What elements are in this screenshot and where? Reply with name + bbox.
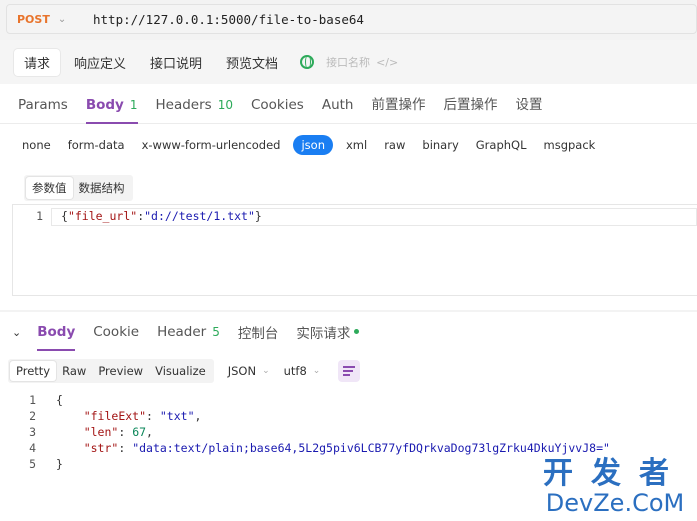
tab-pre-operations[interactable]: 前置操作 <box>371 93 425 123</box>
body-count-badge: 1 <box>129 98 138 112</box>
code-line: 3 "len": 67, <box>12 424 697 440</box>
code-icon[interactable]: </> <box>376 56 398 69</box>
encoding-select[interactable]: utf8 ⌄ <box>284 364 321 378</box>
api-name-input[interactable]: 接口名称 <box>326 54 370 70</box>
body-type-binary[interactable]: binary <box>422 135 458 155</box>
tab-params[interactable]: Params <box>18 97 68 123</box>
format-select-label: JSON <box>227 364 257 378</box>
body-type-none[interactable]: none <box>22 135 51 155</box>
tab-param-values[interactable]: 参数值 <box>26 177 73 199</box>
watermark-logo: 开发者 DevZe.CoM <box>543 456 687 517</box>
code-text: } <box>56 457 63 471</box>
body-type-graphql[interactable]: GraphQL <box>476 135 527 155</box>
code-line: 1 {"file_url":"d://test/1.txt"} <box>13 209 262 223</box>
globe-icon[interactable] <box>300 55 315 69</box>
method-select[interactable]: POST ⌄ <box>7 13 77 26</box>
format-raw[interactable]: Raw <box>56 361 92 381</box>
body-type-msgpack[interactable]: msgpack <box>544 135 596 155</box>
request-tabs: Params Body 1 Headers 10 Cookies Auth 前置操作… <box>0 84 697 124</box>
response-tabs: ⌄ Body Cookie Header 5 控制台 实际请求 <box>0 312 697 352</box>
body-type-json[interactable]: json <box>293 135 333 155</box>
code-text: {"file_url":"d://test/1.txt"} <box>61 209 262 223</box>
tab-body[interactable]: Body 1 <box>85 97 138 124</box>
body-sub-tabs: 参数值 数据结构 <box>24 175 133 201</box>
chevron-down-icon: ⌄ <box>312 366 321 376</box>
body-type-xml[interactable]: xml <box>346 135 367 155</box>
tab-auth[interactable]: Auth <box>322 97 354 123</box>
response-panel: ⌄ Body Cookie Header 5 控制台 实际请求 Pretty Ra… <box>0 312 697 521</box>
code-text: { <box>56 393 63 407</box>
resp-tab-header[interactable]: Header 5 <box>157 324 220 340</box>
method-label: POST <box>17 12 50 26</box>
resp-tab-body[interactable]: Body <box>37 324 76 351</box>
watermark-bottom: DevZe.CoM <box>545 489 685 517</box>
format-bar: Pretty Raw Preview Visualize JSON ⌄ utf8 ⌄ <box>0 352 697 390</box>
resp-tab-actual-request[interactable]: 实际请求 <box>296 322 360 342</box>
watermark-top: 开发者 <box>543 456 687 491</box>
format-preview[interactable]: Preview <box>92 361 149 381</box>
format-visualize[interactable]: Visualize <box>149 361 212 381</box>
tab-cookies[interactable]: Cookies <box>251 97 304 123</box>
tab-settings[interactable]: 设置 <box>515 93 542 123</box>
tab-headers-label: Headers <box>155 97 212 113</box>
body-type-form-data[interactable]: form-data <box>68 135 125 155</box>
format-select[interactable]: JSON ⌄ <box>228 364 270 378</box>
code-text: "len": 67, <box>83 425 153 439</box>
body-type-selector: none form-data x-www-form-urlencoded jso… <box>0 124 697 166</box>
url-bar: POST ⌄ http://127.0.0.1:5000/file-to-bas… <box>6 4 697 34</box>
line-number: 3 <box>29 425 36 439</box>
header-count-badge: 5 <box>212 325 220 339</box>
tab-response-definition[interactable]: 响应定义 <box>64 49 136 76</box>
encoding-select-label: utf8 <box>283 364 307 378</box>
body-type-urlencoded[interactable]: x-www-form-urlencoded <box>142 135 281 155</box>
code-line: 2 "fileExt": "txt", <box>12 408 697 424</box>
top-tabs: 请求 响应定义 接口说明 预览文档 接口名称 </> <box>0 40 697 84</box>
code-text: "fileExt": "txt", <box>83 409 202 423</box>
chevron-down-icon: ⌄ <box>57 13 67 25</box>
line-number: 1 <box>36 209 43 223</box>
tab-body-label: Body <box>85 97 124 113</box>
line-number: 4 <box>29 441 36 455</box>
headers-count-badge: 10 <box>217 98 233 112</box>
code-line: 4 "str": "data:text/plain;base64,5L2g5pi… <box>12 440 697 456</box>
request-body-editor[interactable]: 1 {"file_url":"d://test/1.txt"} <box>12 204 697 296</box>
format-pretty[interactable]: Pretty <box>10 361 57 381</box>
chevron-down-icon: ⌄ <box>262 366 270 376</box>
format-tabs: Pretty Raw Preview Visualize <box>8 359 214 383</box>
tab-post-operations[interactable]: 后置操作 <box>443 93 497 123</box>
resp-tab-actual-label: 实际请求 <box>296 326 351 342</box>
resp-tab-cookie[interactable]: Cookie <box>93 324 139 340</box>
tab-headers[interactable]: Headers 10 <box>156 97 233 123</box>
code-line: 1 { <box>12 392 697 408</box>
status-dot-icon <box>354 329 360 334</box>
line-number: 1 <box>29 393 36 407</box>
code-text: "str": "data:text/plain;base64,5L2g5piv6… <box>83 441 610 455</box>
resp-tab-header-label: Header <box>157 324 207 340</box>
resp-tab-console[interactable]: 控制台 <box>238 322 279 342</box>
line-number: 2 <box>29 409 36 423</box>
wrap-lines-icon[interactable] <box>338 360 361 382</box>
tab-request[interactable]: 请求 <box>14 48 61 76</box>
request-panel: Params Body 1 Headers 10 Cookies Auth 前置操作… <box>0 84 697 310</box>
line-number: 5 <box>29 457 36 471</box>
body-type-raw[interactable]: raw <box>384 135 405 155</box>
tab-preview-doc[interactable]: 预览文档 <box>216 49 288 76</box>
collapse-chevron-icon[interactable]: ⌄ <box>12 326 21 339</box>
tab-api-description[interactable]: 接口说明 <box>140 49 212 76</box>
tab-data-structure[interactable]: 数据结构 <box>73 177 131 199</box>
url-input[interactable]: http://127.0.0.1:5000/file-to-base64 <box>77 12 364 27</box>
